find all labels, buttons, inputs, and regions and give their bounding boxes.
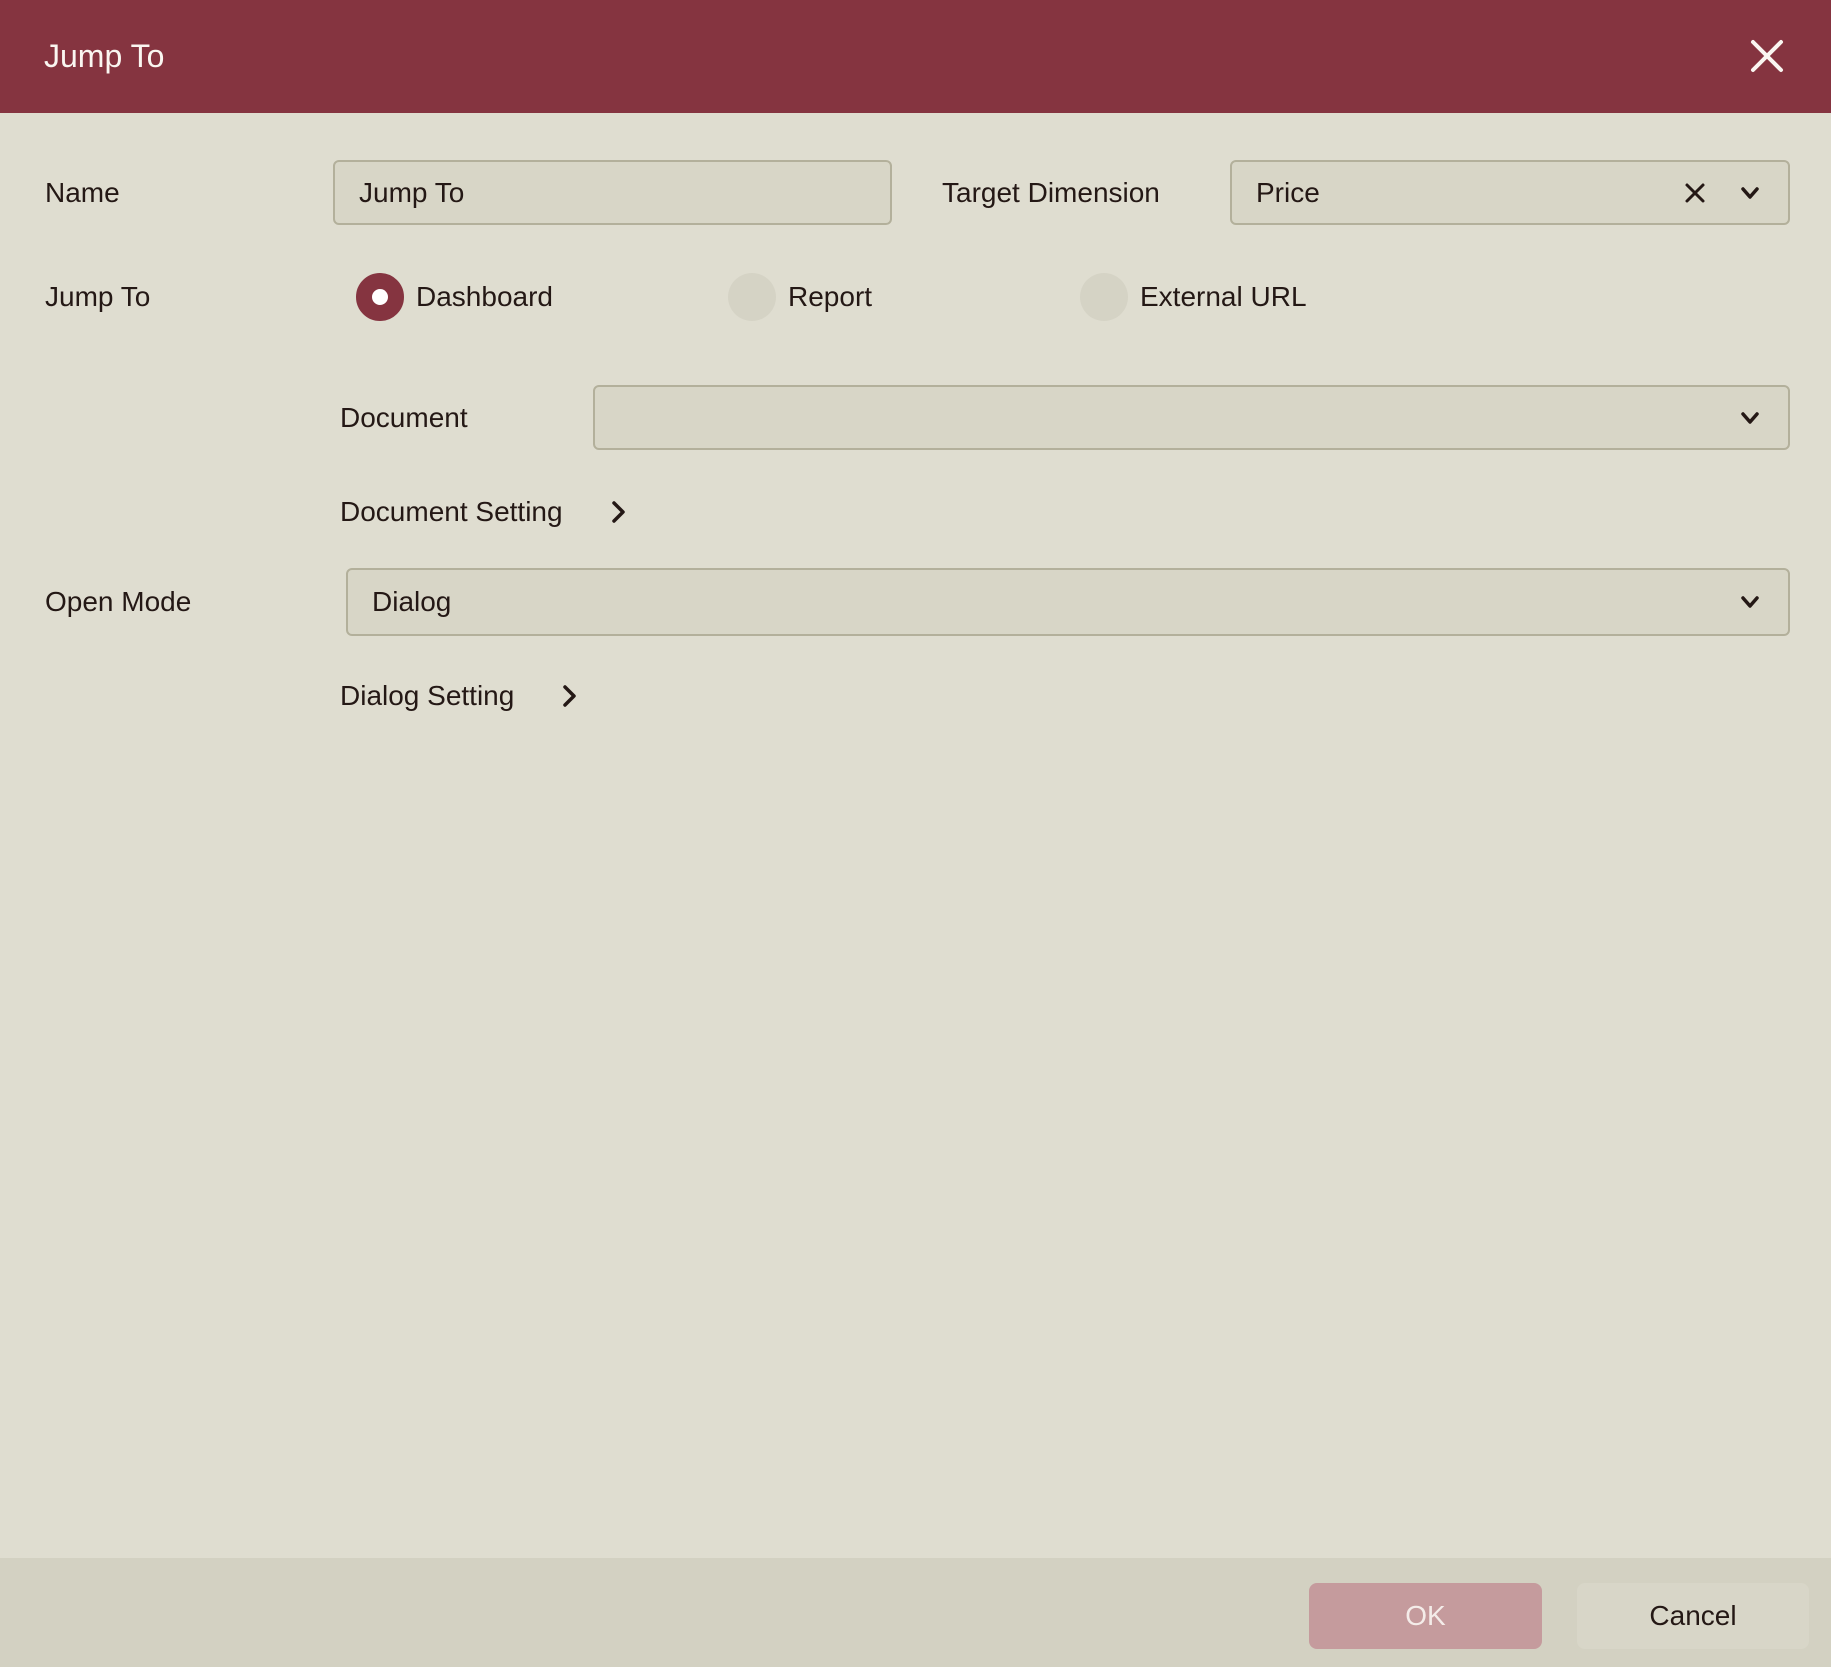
jump-to-dialog: Jump To Name Target Dimension Price	[0, 0, 1831, 1667]
close-icon	[1745, 34, 1789, 78]
chevron-down-icon[interactable]	[1736, 179, 1764, 207]
jump-to-label: Jump To	[45, 273, 150, 321]
chevron-right-icon[interactable]	[605, 499, 631, 525]
radio-report-label: Report	[788, 273, 872, 321]
radio-external-url[interactable]: External URL	[1080, 273, 1307, 321]
radio-selected-icon[interactable]	[356, 273, 404, 321]
document-setting-expander[interactable]: Document Setting	[340, 492, 631, 532]
clear-icon[interactable]	[1682, 180, 1708, 206]
open-mode-select[interactable]: Dialog	[346, 568, 1790, 636]
open-mode-label: Open Mode	[45, 568, 191, 636]
radio-unselected-icon[interactable]	[1080, 273, 1128, 321]
open-mode-value: Dialog	[348, 586, 1736, 618]
document-select[interactable]	[593, 385, 1790, 450]
dialog-footer: OK Cancel	[0, 1558, 1831, 1667]
cancel-button[interactable]: Cancel	[1577, 1583, 1809, 1649]
close-button[interactable]	[1739, 28, 1795, 84]
radio-unselected-icon[interactable]	[728, 273, 776, 321]
dialog-setting-expander[interactable]: Dialog Setting	[340, 676, 582, 716]
radio-external-url-label: External URL	[1140, 273, 1307, 321]
radio-dashboard-label: Dashboard	[416, 273, 553, 321]
target-dimension-value: Price	[1232, 177, 1682, 209]
dialog-header: Jump To	[0, 0, 1831, 113]
chevron-down-icon[interactable]	[1736, 404, 1764, 432]
name-label: Name	[45, 160, 120, 225]
chevron-down-icon[interactable]	[1736, 588, 1764, 616]
dialog-setting-label: Dialog Setting	[340, 680, 514, 712]
document-label: Document	[340, 385, 468, 450]
radio-dashboard[interactable]: Dashboard	[356, 273, 553, 321]
dialog-title: Jump To	[44, 0, 164, 113]
document-setting-label: Document Setting	[340, 496, 563, 528]
radio-report[interactable]: Report	[728, 273, 872, 321]
target-dimension-select[interactable]: Price	[1230, 160, 1790, 225]
target-dimension-label: Target Dimension	[942, 160, 1160, 225]
ok-button[interactable]: OK	[1309, 1583, 1542, 1649]
chevron-right-icon[interactable]	[556, 683, 582, 709]
name-input[interactable]	[333, 160, 892, 225]
